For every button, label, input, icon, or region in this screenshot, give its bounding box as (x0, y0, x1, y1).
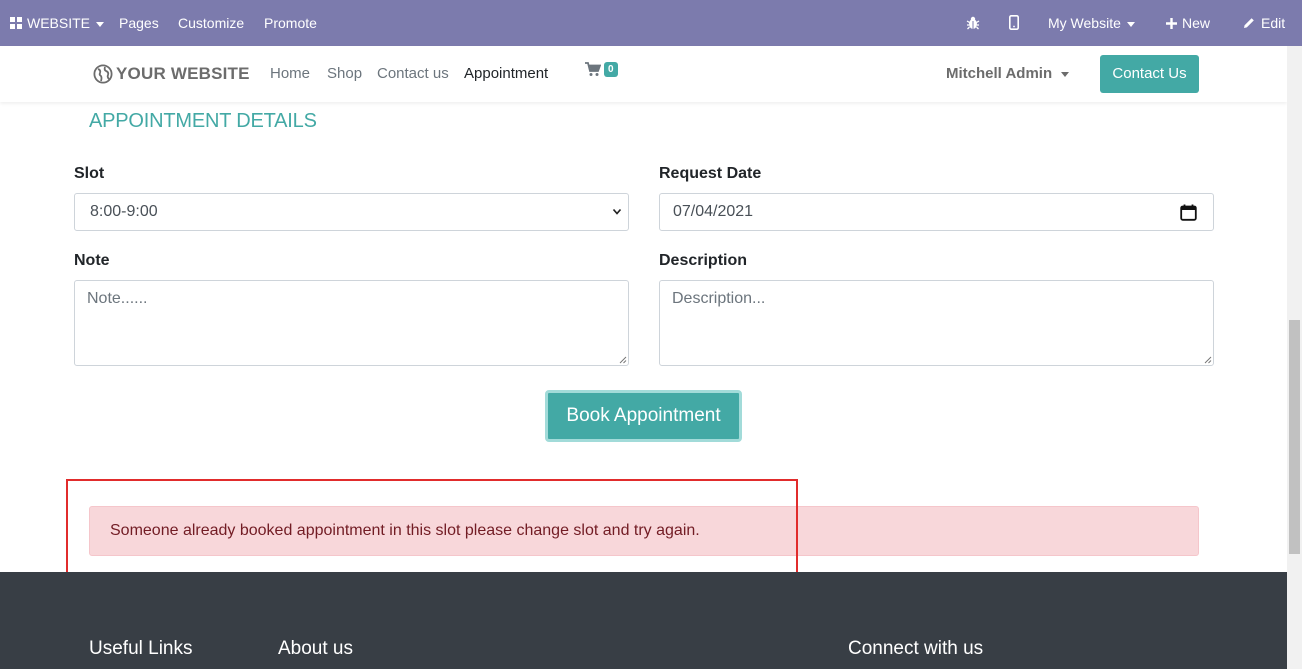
site-selector-label: My Website (1048, 15, 1121, 31)
nav-shop[interactable]: Shop (327, 65, 362, 82)
book-appointment-button[interactable]: Book Appointment (545, 390, 742, 442)
note-textarea[interactable]: Note...... (74, 280, 629, 366)
apps-grid-icon (10, 17, 22, 29)
note-label: Note (74, 252, 110, 269)
new-label: New (1182, 15, 1211, 31)
chevron-down-icon (96, 21, 105, 27)
site-header: YOUR WEBSITE Home Shop Contact us Appoin… (0, 46, 1287, 102)
user-name: Mitchell Admin (946, 65, 1053, 82)
nav-contact-us[interactable]: Contact us (377, 65, 449, 82)
pencil-icon (1244, 18, 1254, 28)
cart-icon[interactable] (585, 62, 602, 82)
page-scrollbar[interactable] (1287, 46, 1302, 669)
nav-home[interactable]: Home (270, 65, 310, 82)
edit-button[interactable]: Edit (1243, 0, 1285, 46)
scrollbar-thumb[interactable] (1289, 320, 1300, 554)
new-button[interactable]: New (1166, 0, 1210, 46)
debug-bug-icon[interactable] (966, 0, 980, 46)
request-date-input[interactable]: 07/04/2021 (659, 193, 1214, 231)
app-label: WEBSITE (27, 15, 91, 31)
globe-icon (93, 64, 113, 84)
website-app-menu[interactable]: WEBSITE (10, 0, 105, 46)
site-logo[interactable]: YOUR WEBSITE (93, 62, 250, 86)
site-footer (0, 572, 1287, 669)
chevron-down-icon (1126, 21, 1135, 27)
calendar-icon[interactable] (1180, 204, 1197, 221)
description-placeholder: Description... (672, 290, 766, 307)
chevron-down-icon (1061, 71, 1070, 77)
annotation-highlight-box (66, 479, 798, 574)
footer-heading-about-us: About us (278, 638, 353, 659)
resize-handle-icon[interactable] (619, 356, 627, 364)
section-title: APPOINTMENT DETAILS (89, 110, 317, 132)
user-menu[interactable]: Mitchell Admin (946, 65, 1070, 82)
cart-count-badge: 0 (604, 62, 618, 77)
description-textarea[interactable]: Description... (659, 280, 1214, 366)
mobile-preview-icon[interactable] (1009, 0, 1019, 46)
description-label: Description (659, 252, 748, 269)
logo-text: YOUR WEBSITE (116, 64, 250, 83)
request-date-value: 07/04/2021 (673, 203, 754, 220)
nav-appointment[interactable]: Appointment (464, 65, 548, 82)
footer-heading-connect: Connect with us (848, 638, 984, 659)
slot-label: Slot (74, 165, 105, 182)
menu-pages[interactable]: Pages (119, 0, 159, 46)
chevron-down-icon (612, 208, 622, 215)
admin-bar: WEBSITE Pages Customize Promote My Websi… (0, 0, 1302, 46)
request-date-label: Request Date (659, 165, 762, 182)
edit-label: Edit (1261, 15, 1286, 31)
site-selector-dropdown[interactable]: My Website (1048, 0, 1135, 46)
contact-us-button[interactable]: Contact Us (1100, 55, 1199, 93)
resize-handle-icon[interactable] (1204, 356, 1212, 364)
slot-value: 8:00-9:00 (90, 203, 158, 220)
plus-icon (1166, 18, 1177, 29)
menu-customize[interactable]: Customize (178, 0, 244, 46)
slot-select[interactable]: 8:00-9:00 (74, 193, 629, 231)
note-placeholder: Note...... (87, 290, 148, 307)
menu-promote[interactable]: Promote (264, 0, 317, 46)
footer-heading-useful-links: Useful Links (89, 638, 193, 659)
